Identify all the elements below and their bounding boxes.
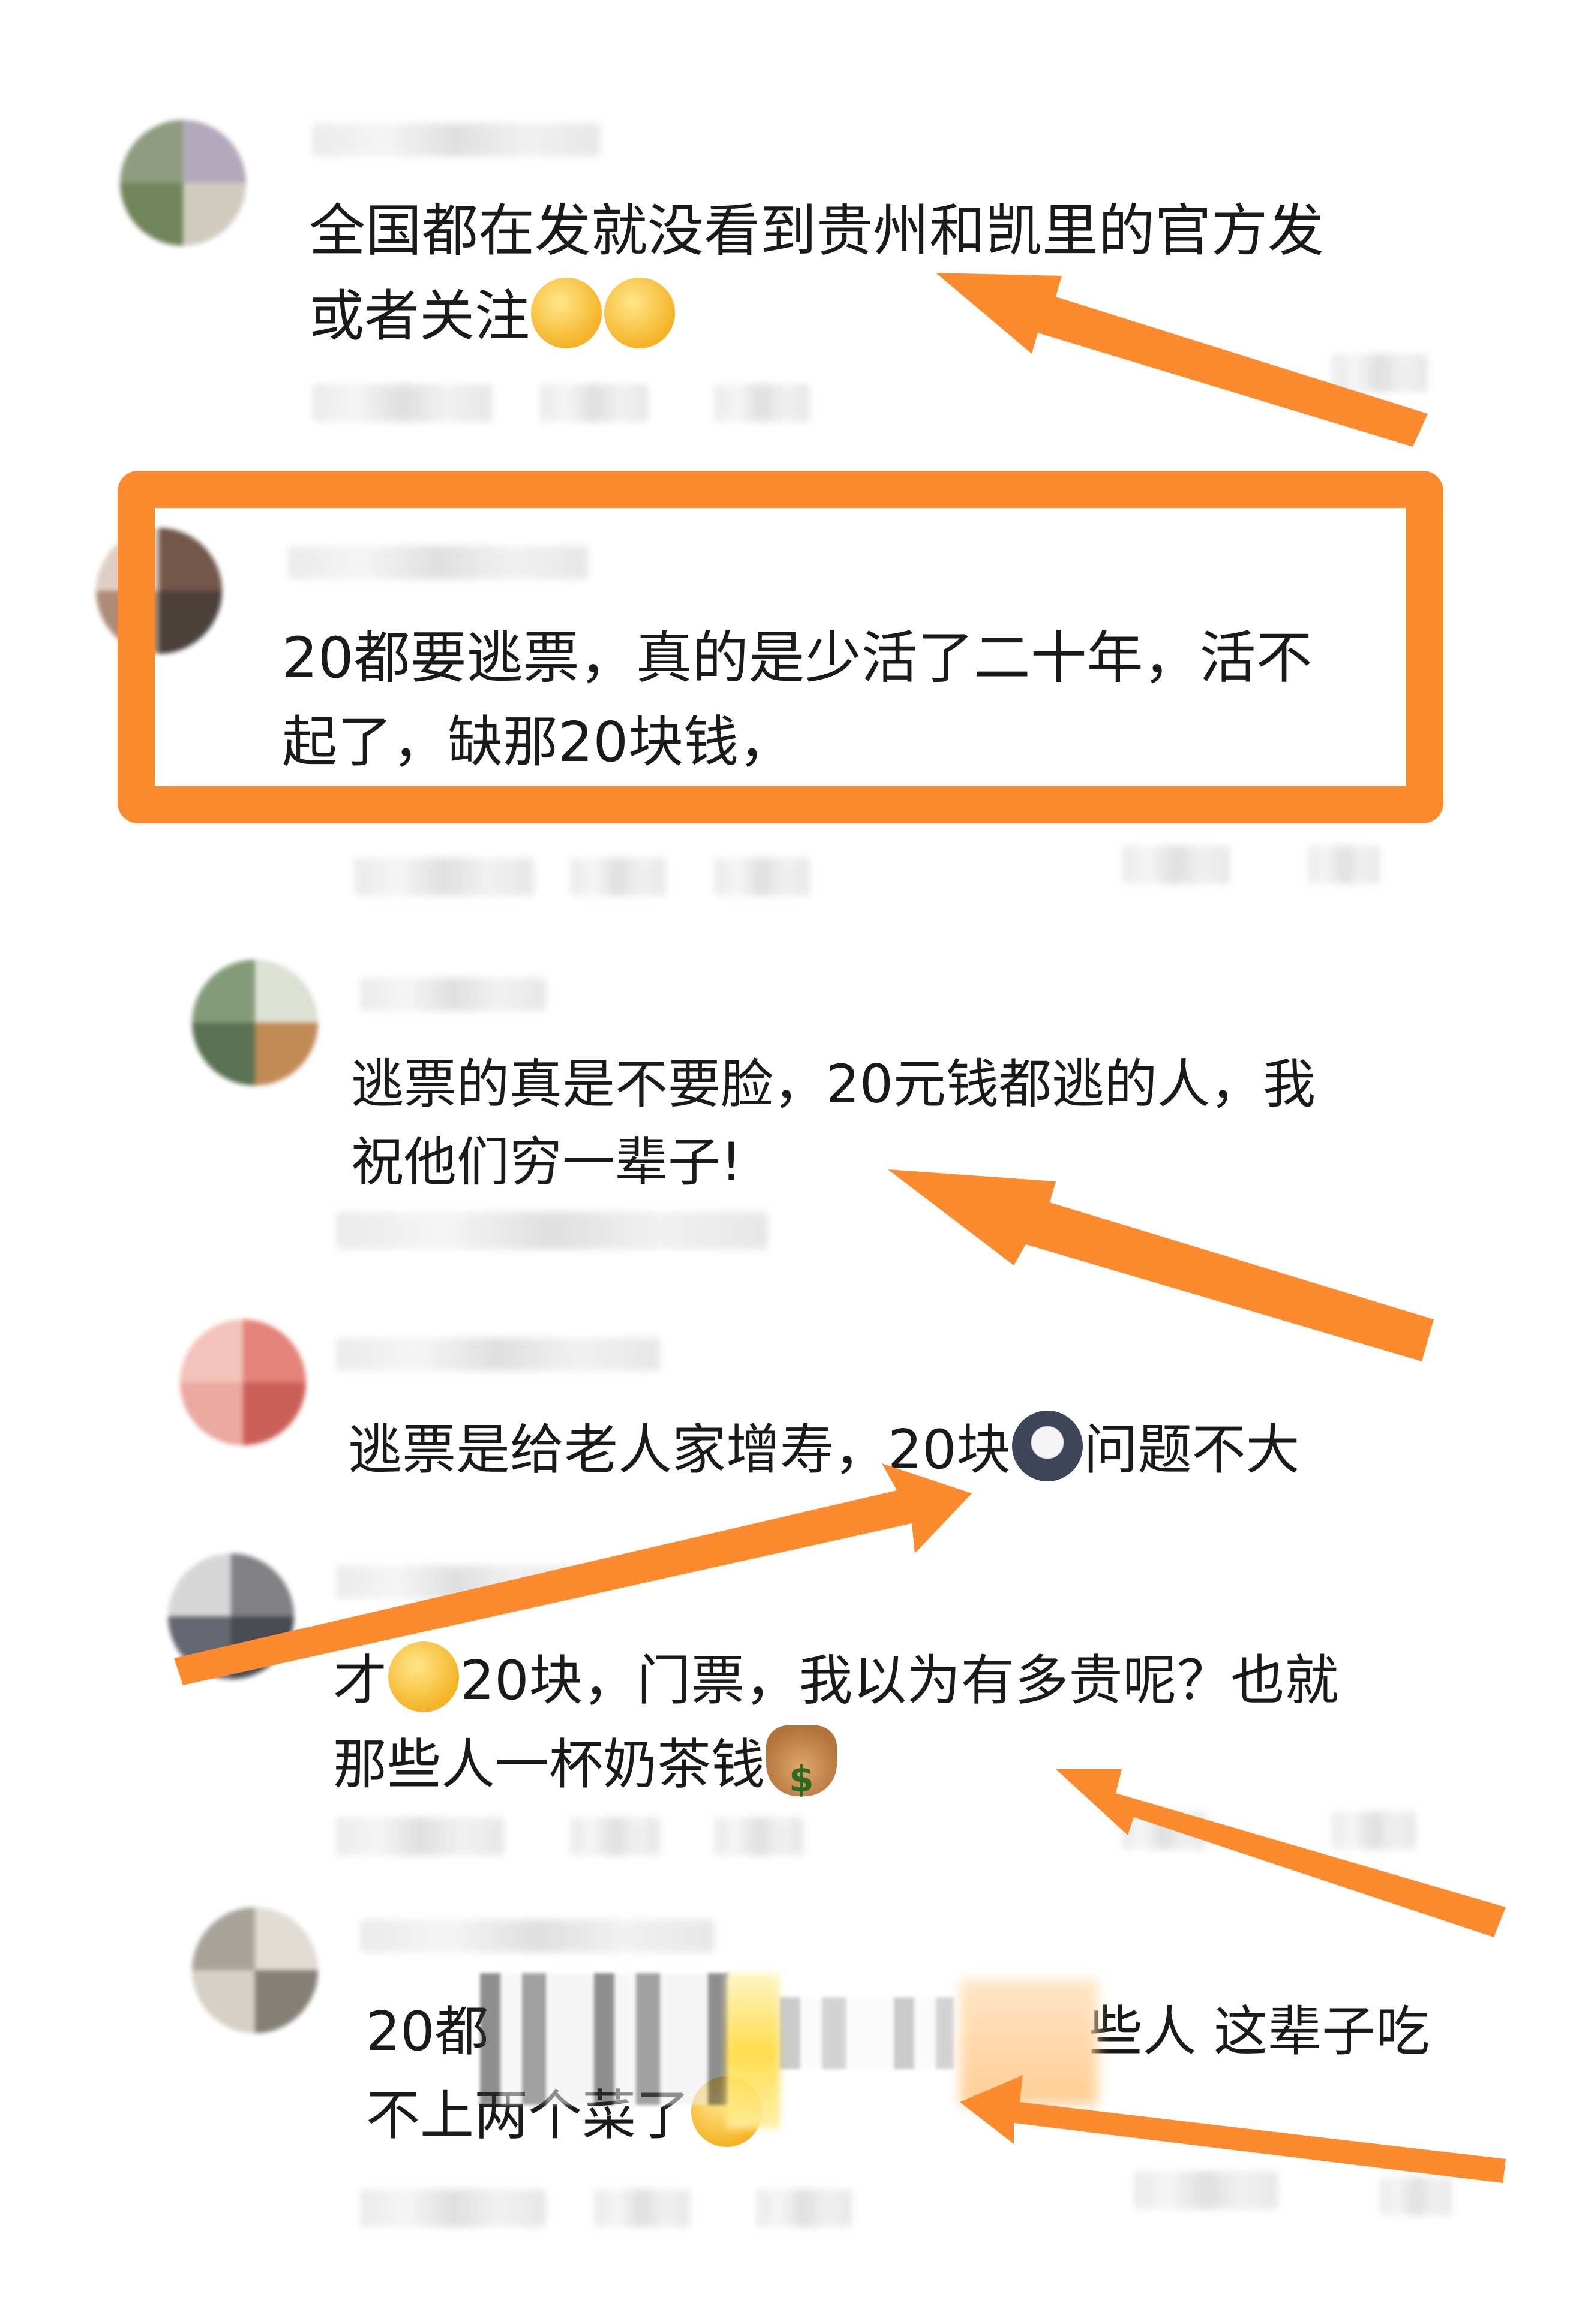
arrow [960, 2075, 1506, 2183]
arrow [1056, 1769, 1506, 1937]
arrow [174, 1463, 972, 1685]
arrow [888, 1169, 1434, 1361]
arrow [936, 273, 1428, 447]
annotation-arrows [174, 273, 1506, 2183]
